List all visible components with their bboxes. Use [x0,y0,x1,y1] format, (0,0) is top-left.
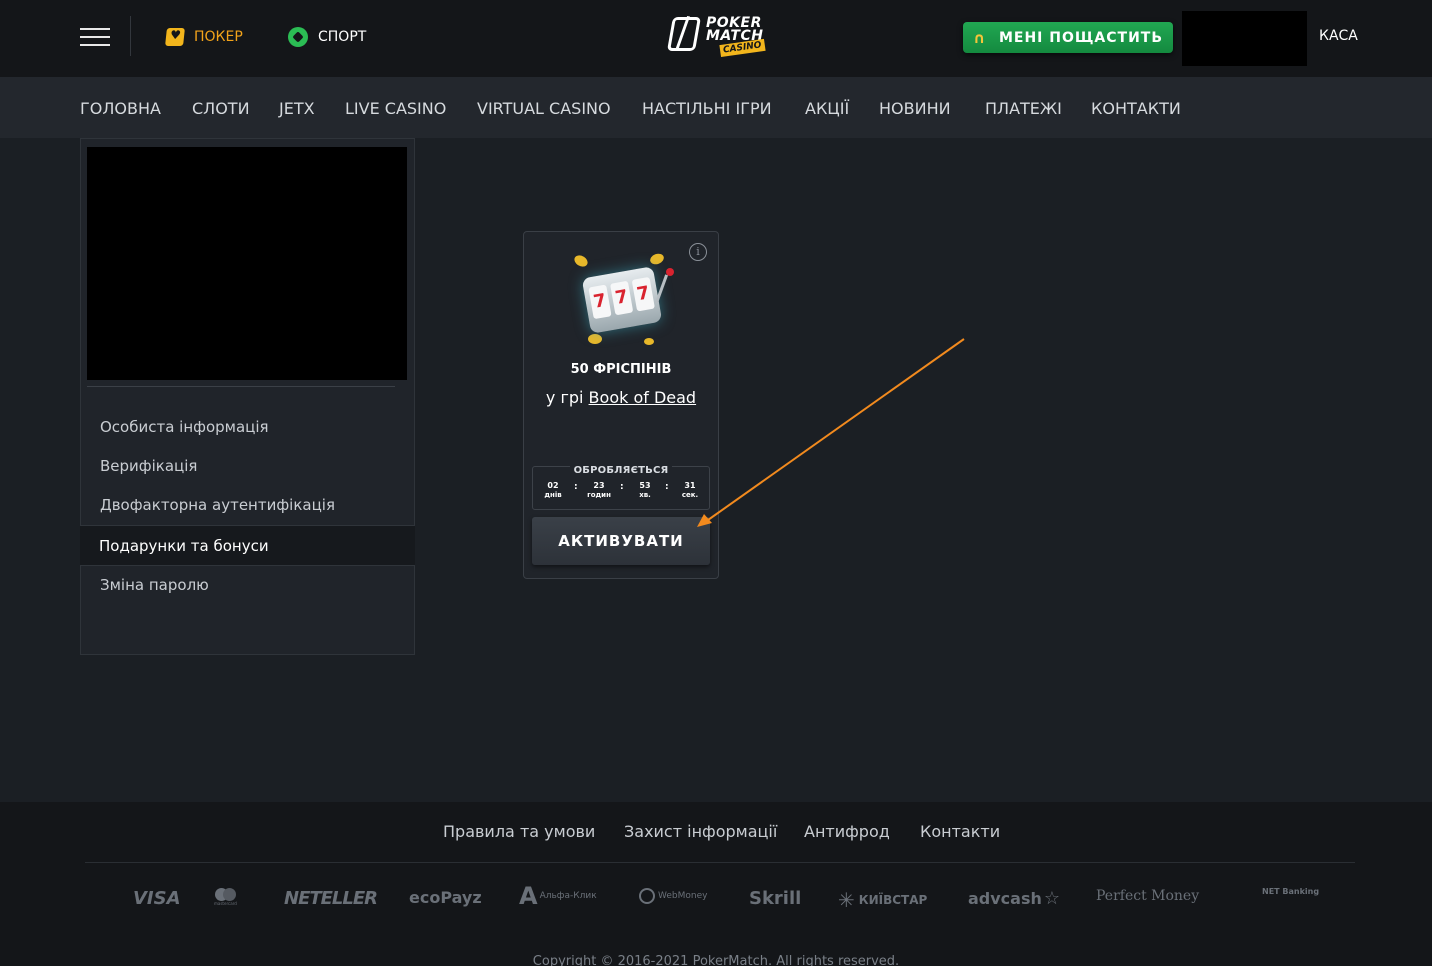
advcash-logo: advcash ☆ [968,888,1061,909]
lucky-button[interactable]: ∩ МЕНІ ПОЩАСТИТЬ [963,22,1173,53]
bonus-subtitle-prefix: у грі [545,388,584,407]
nav-item-live-casino[interactable]: LIVE CASINO [345,99,446,118]
top-header: ПОКЕР СПОРТ POKER MATCH CASINO ∩ МЕНІ ПО… [0,0,1432,77]
bonus-subtitle: у грі Book of Dead [524,388,718,407]
sidebar-item-change-password[interactable]: Зміна паролю [100,576,209,594]
footer-link-contacts[interactable]: Контакти [920,822,1000,841]
nav-item-promotions[interactable]: АКЦІЇ [805,99,849,118]
mastercard-logo: mastercard [214,888,237,906]
nav-item-news[interactable]: НОВИНИ [879,99,951,118]
skrill-logo: Skrill [749,888,802,909]
header-divider [130,16,131,56]
kyivstar-logo: ✳ КИЇВСТАР [838,888,928,912]
ecopayz-logo: ecoPayz [409,888,482,907]
visa-logo: VISA [133,888,181,909]
nav-item-payments[interactable]: ПЛАТЕЖІ [985,99,1062,118]
bonus-title: 50 ФРІСПІНІВ [570,362,672,377]
slot-machine-icon: 7 7 7 [572,251,684,346]
sidebar-divider [87,386,395,387]
sidebar-item-gifts-bonuses[interactable]: Подарунки та бонуси [80,525,415,566]
cashier-link[interactable]: КАСА [1319,28,1358,44]
horseshoe-icon: ∩ [972,28,987,47]
footer: Правила та умови Захист інформації Антиф… [0,802,1432,966]
account-area-redacted[interactable] [1182,11,1307,66]
poker-link-label: ПОКЕР [194,29,243,45]
poker-link[interactable]: ПОКЕР [165,26,243,48]
perfect-money-logo: Perfect Money [1096,888,1200,904]
sport-link-label: СПОРТ [318,29,367,45]
soccer-ball-icon [288,27,308,47]
profile-sidebar: Особиста інформація Верифікація Двофакто… [80,138,415,655]
copyright: Copyright © 2016-2021 PokerMatch. All ri… [532,954,900,966]
footer-divider [85,862,1355,863]
alfa-click-logo: A Альфа-Клик [519,882,597,910]
nav-item-contacts[interactable]: КОНТАКТИ [1091,99,1181,118]
sidebar-item-two-factor[interactable]: Двофакторна аутентифікація [100,496,335,514]
poker-card-icon [165,28,185,46]
lucky-button-label: МЕНІ ПОЩАСТИТЬ [998,29,1164,46]
countdown-timer: ОБРОБЛЯЄТЬСЯ 02 днів : 23 годин : 53 хв. : … [532,465,710,510]
sidebar-item-gifts-label: Подарунки та бонуси [99,537,269,555]
nav-item-virtual-casino[interactable]: VIRTUAL CASINO [477,99,611,118]
nav-item-home[interactable]: ГОЛОВНА [80,99,161,118]
bonus-card: i 7 7 7 50 ФРІСПІНІВ у грі Book of Dead … [523,231,719,579]
sidebar-item-personal-info[interactable]: Особиста інформація [100,418,269,436]
net-banking-logo: NET Banking [1262,887,1320,896]
nav-item-slots[interactable]: СЛОТИ [192,99,250,118]
menu-icon[interactable] [80,28,110,46]
pokermatch-logo[interactable]: POKER MATCH CASINO [667,13,768,63]
sport-link[interactable]: СПОРТ [288,26,366,48]
game-link[interactable]: Book of Dead [589,388,697,407]
timer-seconds: 31 сек. [681,481,699,499]
info-icon[interactable]: i [689,243,707,261]
nav-item-table-games[interactable]: НАСТІЛЬНІ ІГРИ [642,99,772,118]
footer-link-privacy[interactable]: Захист інформації [624,822,777,841]
nav-item-jetx[interactable]: JETX [279,99,315,118]
status-label: ОБРОБЛЯЄТЬСЯ [569,465,673,476]
footer-link-terms[interactable]: Правила та умови [443,822,595,841]
sidebar-item-verification[interactable]: Верифікація [100,457,197,475]
logo-mark-icon [667,17,701,51]
footer-link-antifraud[interactable]: Антифрод [804,822,890,841]
profile-banner-redacted [87,147,407,380]
timer-minutes: 53 хв. [639,481,651,499]
activate-button[interactable]: АКТИВУВАТИ [532,517,710,565]
main-nav: ГОЛОВНА СЛОТИ JETX LIVE CASINO VIRTUAL C… [0,77,1432,138]
timer-hours: 23 годин [587,481,611,499]
webmoney-logo: WebMoney [639,888,707,904]
timer-days: 02 днів [544,481,562,499]
neteller-logo: NETELLER [284,888,378,909]
